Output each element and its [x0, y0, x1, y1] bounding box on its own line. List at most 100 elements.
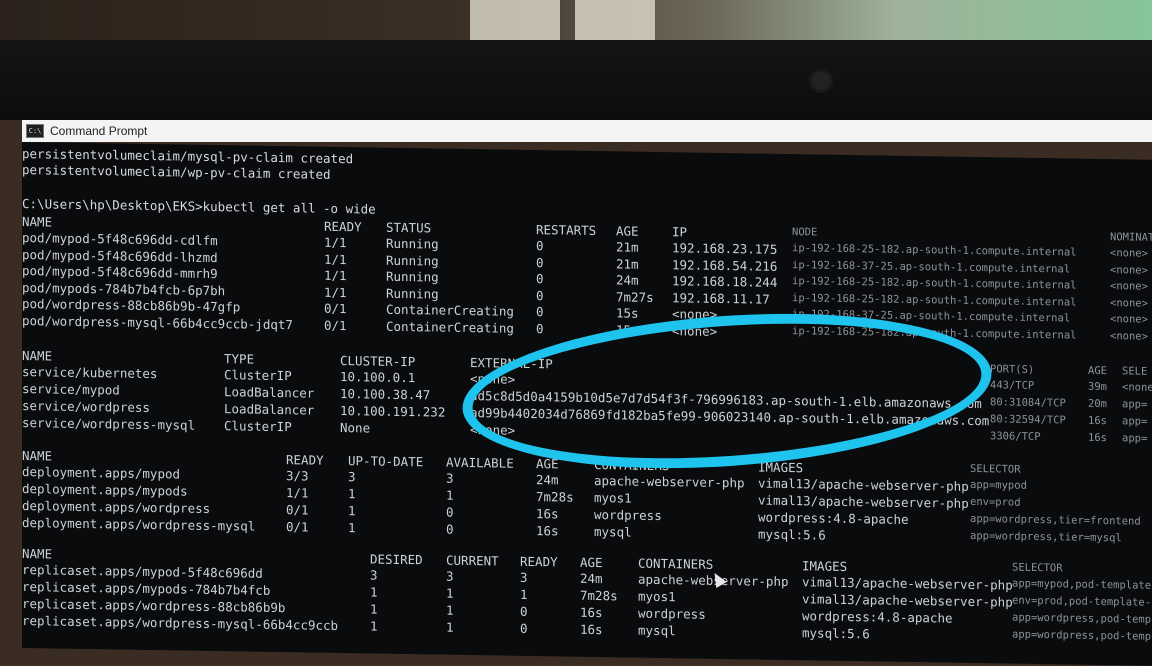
- replicasets-cell: mysql: [638, 622, 676, 639]
- services-cell: ClusterIP: [224, 367, 292, 384]
- replicasets-header: SELECTOR: [1012, 561, 1063, 575]
- pods-cell: 24m: [616, 272, 639, 288]
- command-line: C:\Users\hp\Desktop\EKS>kubectl get all …: [22, 196, 376, 217]
- replicasets-cell: 0: [520, 620, 528, 636]
- pods-cell: 15s: [616, 305, 639, 321]
- pods-header: STATUS: [386, 219, 432, 236]
- replicasets-cell: 1: [370, 584, 378, 600]
- pods-cell: 192.168.23.175: [672, 240, 778, 257]
- pods-cell: ip-192-168-37-25.ap-south-1.compute.inte…: [792, 258, 1071, 275]
- pods-cell: 0: [536, 254, 544, 270]
- replicasets-cell: env=prod,pod-template-h: [1012, 594, 1152, 609]
- pods-cell: <none>: [1110, 296, 1148, 310]
- replicasets-cell: 1: [446, 619, 454, 635]
- pods-cell: 0: [536, 238, 544, 254]
- pods-cell: 0: [536, 320, 544, 336]
- services-cell: 16s: [1088, 414, 1107, 428]
- pods-cell: 7m27s: [616, 288, 654, 305]
- replicasets-cell: 1: [446, 585, 454, 601]
- pods-cell: 1/1: [324, 234, 347, 251]
- replicasets-header: READY: [520, 553, 558, 570]
- pods-cell: 192.168.18.244: [672, 273, 778, 290]
- replicasets-header: CURRENT: [446, 552, 499, 569]
- pods-cell: 21m: [616, 255, 639, 272]
- pods-cell: Running: [386, 235, 439, 252]
- replicasets-cell: replicaset.apps/mypod-5f48c696dd: [22, 562, 263, 581]
- deployments-header: UP-TO-DATE: [348, 453, 424, 470]
- services-cell: LoadBalancer: [224, 384, 315, 401]
- pods-header: AGE: [616, 223, 639, 239]
- replicasets-cell: vimal13/apache-webserver-php: [802, 591, 1013, 610]
- replicasets-cell: 3: [520, 569, 528, 585]
- pods-cell: 0: [536, 287, 544, 303]
- replicasets-cell: 1: [370, 618, 378, 634]
- pods-cell: 192.168.54.216: [672, 256, 778, 274]
- pods-cell: ip-192-168-25-182.ap-south-1.compute.int…: [792, 291, 1077, 309]
- deployments-cell: deployment.apps/mypod: [22, 464, 181, 482]
- replicasets-cell: 24m: [580, 570, 603, 587]
- replicasets-cell: 16s: [580, 621, 603, 638]
- services-cell: 443/TCP: [990, 379, 1035, 392]
- deployments-cell: deployment.apps/wordpress-mysql: [22, 515, 256, 534]
- pods-cell: ip-192-168-25-182.ap-south-1.compute.int…: [792, 275, 1077, 292]
- pods-cell: 1/1: [324, 284, 347, 300]
- replicasets-cell: wordpress: [638, 605, 706, 622]
- pods-header: NAME: [22, 214, 53, 230]
- pods-cell: <none>: [1110, 313, 1148, 326]
- deployments-cell: 16s: [536, 506, 559, 522]
- replicasets-cell: replicaset.apps/wordpress-mysql-66b4cc9c…: [22, 613, 339, 633]
- deployments-cell: 3: [348, 469, 356, 485]
- services-cell: app=: [1122, 398, 1148, 411]
- services-header: TYPE: [224, 351, 255, 367]
- pods-cell: Running: [386, 252, 439, 269]
- replicasets-cell: app=wordpress,pod-templ: [1012, 611, 1152, 626]
- deployments-header: NAME: [22, 448, 53, 464]
- deployments-cell: 1/1: [286, 485, 309, 501]
- deployments-cell: app=wordpress,tier=mysql: [970, 529, 1122, 545]
- pods-cell: 0/1: [324, 317, 347, 333]
- services-cell: app=: [1122, 432, 1148, 445]
- services-cell: service/kubernetes: [22, 364, 158, 382]
- services-cell: LoadBalancer: [224, 401, 315, 418]
- replicasets-cell: 16s: [580, 604, 603, 621]
- deployments-cell: mysql:5.6: [758, 526, 826, 543]
- services-cell: 80:32594/TCP: [990, 413, 1066, 427]
- pods-cell: <none>: [1110, 280, 1148, 293]
- pods-cell: pod/wordpress-mysql-66b4cc9ccb-jdqt7: [22, 312, 293, 332]
- deployments-cell: 1: [446, 487, 454, 503]
- deployments-cell: 3/3: [286, 468, 309, 484]
- pods-cell: ip-192-168-25-182.ap-south-1.compute.int…: [792, 242, 1077, 259]
- services-cell: ClusterIP: [224, 418, 292, 435]
- deployments-cell: 16s: [536, 523, 559, 539]
- replicasets-header: IMAGES: [802, 558, 848, 574]
- replicasets-cell: 3: [446, 568, 454, 584]
- window-title: Command Prompt: [50, 124, 148, 138]
- services-cell: 10.100.38.47: [340, 385, 431, 403]
- replicasets-header: DESIRED: [370, 551, 423, 568]
- deployments-header: SELECTOR: [970, 462, 1021, 476]
- services-header: NAME: [22, 348, 53, 364]
- deployments-cell: env=prod: [970, 495, 1021, 509]
- pods-cell: pod/mypods-784b7b4fcb-6p7bh: [22, 279, 226, 298]
- replicasets-cell: app=wordpress,pod-templ: [1012, 628, 1152, 643]
- services-cell: 10.100.191.232: [340, 402, 446, 420]
- window-titlebar[interactable]: C:\ Command Prompt: [22, 120, 1152, 142]
- deployments-cell: deployment.apps/wordpress: [22, 498, 211, 516]
- replicasets-cell: 1: [446, 602, 454, 618]
- replicasets-cell: vimal13/apache-webserver-php: [802, 574, 1013, 593]
- services-cell: <none>: [1122, 381, 1152, 394]
- deployments-cell: deployment.apps/mypods: [22, 481, 188, 499]
- deployments-cell: wordpress:4.8-apache: [758, 509, 909, 527]
- replicasets-cell: replicaset.apps/mypods-784b7b4fcb: [22, 579, 271, 598]
- deployments-cell: 3: [446, 470, 454, 486]
- replicasets-cell: 7m28s: [580, 587, 618, 604]
- services-cell: 10.100.0.1: [340, 368, 416, 386]
- deployments-cell: myos1: [594, 489, 632, 506]
- deployments-header: READY: [286, 452, 324, 468]
- deployments-cell: 1: [348, 503, 356, 519]
- deployments-cell: app=wordpress,tier=frontend: [970, 512, 1141, 528]
- services-cell: None: [340, 419, 371, 436]
- pods-cell: <none>: [1110, 247, 1148, 260]
- pods-cell: pod/wordpress-88cb86b9b-47gfp: [22, 296, 241, 315]
- services-cell: service/wordpress: [22, 398, 150, 416]
